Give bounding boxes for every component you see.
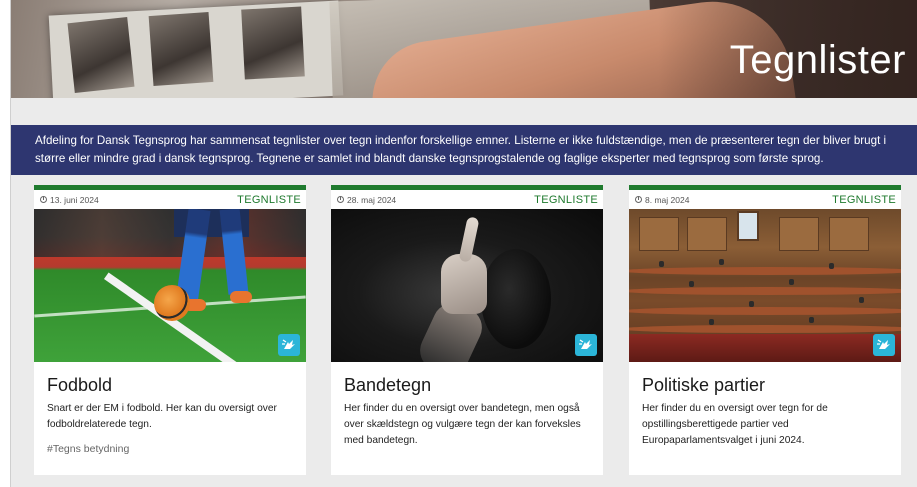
sign-language-icon [278,334,300,356]
card-bandetegn[interactable]: 28. maj 2024 TEGNLISTE Bandetegn Her fin… [331,185,603,475]
card-date: 8. maj 2024 [635,195,689,205]
card-hashtag[interactable]: #Tegns betydning [47,443,306,455]
sign-language-icon [575,334,597,356]
book-photo [67,17,135,93]
wall-panel [639,217,679,251]
person [689,281,694,287]
window [737,211,759,241]
card-date-text: 28. maj 2024 [347,194,397,205]
card-image[interactable] [629,209,901,362]
seat-row [629,325,901,333]
wall-panel [779,217,819,251]
card-date-text: 13. juni 2024 [50,194,99,205]
crowd [34,209,306,257]
person-head [481,249,551,349]
card-title[interactable]: Bandetegn [344,375,603,396]
wall-panel [687,217,727,251]
clock-icon [337,196,344,203]
card-meta: 28. maj 2024 TEGNLISTE [331,190,603,209]
person [659,261,664,267]
seat-row [629,267,901,275]
card-tag[interactable]: TEGNLISTE [237,194,301,206]
card-description: Her finder du en oversigt over bandetegn… [344,403,581,446]
card-description: Her finder du en oversigt over tegn for … [642,403,828,446]
person [789,279,794,285]
card-tag[interactable]: TEGNLISTE [832,194,896,206]
person [809,317,814,323]
clock-icon [635,196,642,203]
card-meta: 13. juni 2024 TEGNLISTE [34,190,306,209]
football [154,285,190,321]
wall-panel [829,217,869,251]
person [719,259,724,265]
player-shoe [230,291,252,303]
person [829,263,834,269]
sign-language-icon [873,334,895,356]
card-date-text: 8. maj 2024 [645,194,690,205]
page-frame: Tegnlister Afdeling for Dansk Tegnsprog … [10,0,917,487]
book-photo [241,6,305,80]
seat-row [629,287,901,295]
card-title[interactable]: Politiske partier [642,375,901,396]
card-date: 13. juni 2024 [40,195,99,205]
seat-row [629,307,901,315]
book-photo [148,11,214,87]
card-description: Snart er der EM i fodbold. Her kan du ov… [47,403,277,430]
red-benches [629,334,901,362]
person [859,297,864,303]
person-hand [441,254,487,314]
intro-band: Afdeling for Dansk Tegnsprog har sammens… [11,125,917,175]
person [709,319,714,325]
card-image[interactable] [331,209,603,362]
card-image[interactable] [34,209,306,362]
card-fodbold[interactable]: 13. juni 2024 TEGNLISTE Fodbold Snart er… [34,185,306,475]
card-tag[interactable]: TEGNLISTE [534,194,598,206]
person [749,301,754,307]
page-title: Tegnlister [729,38,906,82]
card-politiske-partier[interactable]: 8. maj 2024 TEGNLISTE Politiske partier … [629,185,901,475]
hero-banner: Tegnlister [11,0,917,98]
clock-icon [40,196,47,203]
card-title[interactable]: Fodbold [47,375,306,396]
card-date: 28. maj 2024 [337,195,396,205]
card-meta: 8. maj 2024 TEGNLISTE [629,190,901,209]
